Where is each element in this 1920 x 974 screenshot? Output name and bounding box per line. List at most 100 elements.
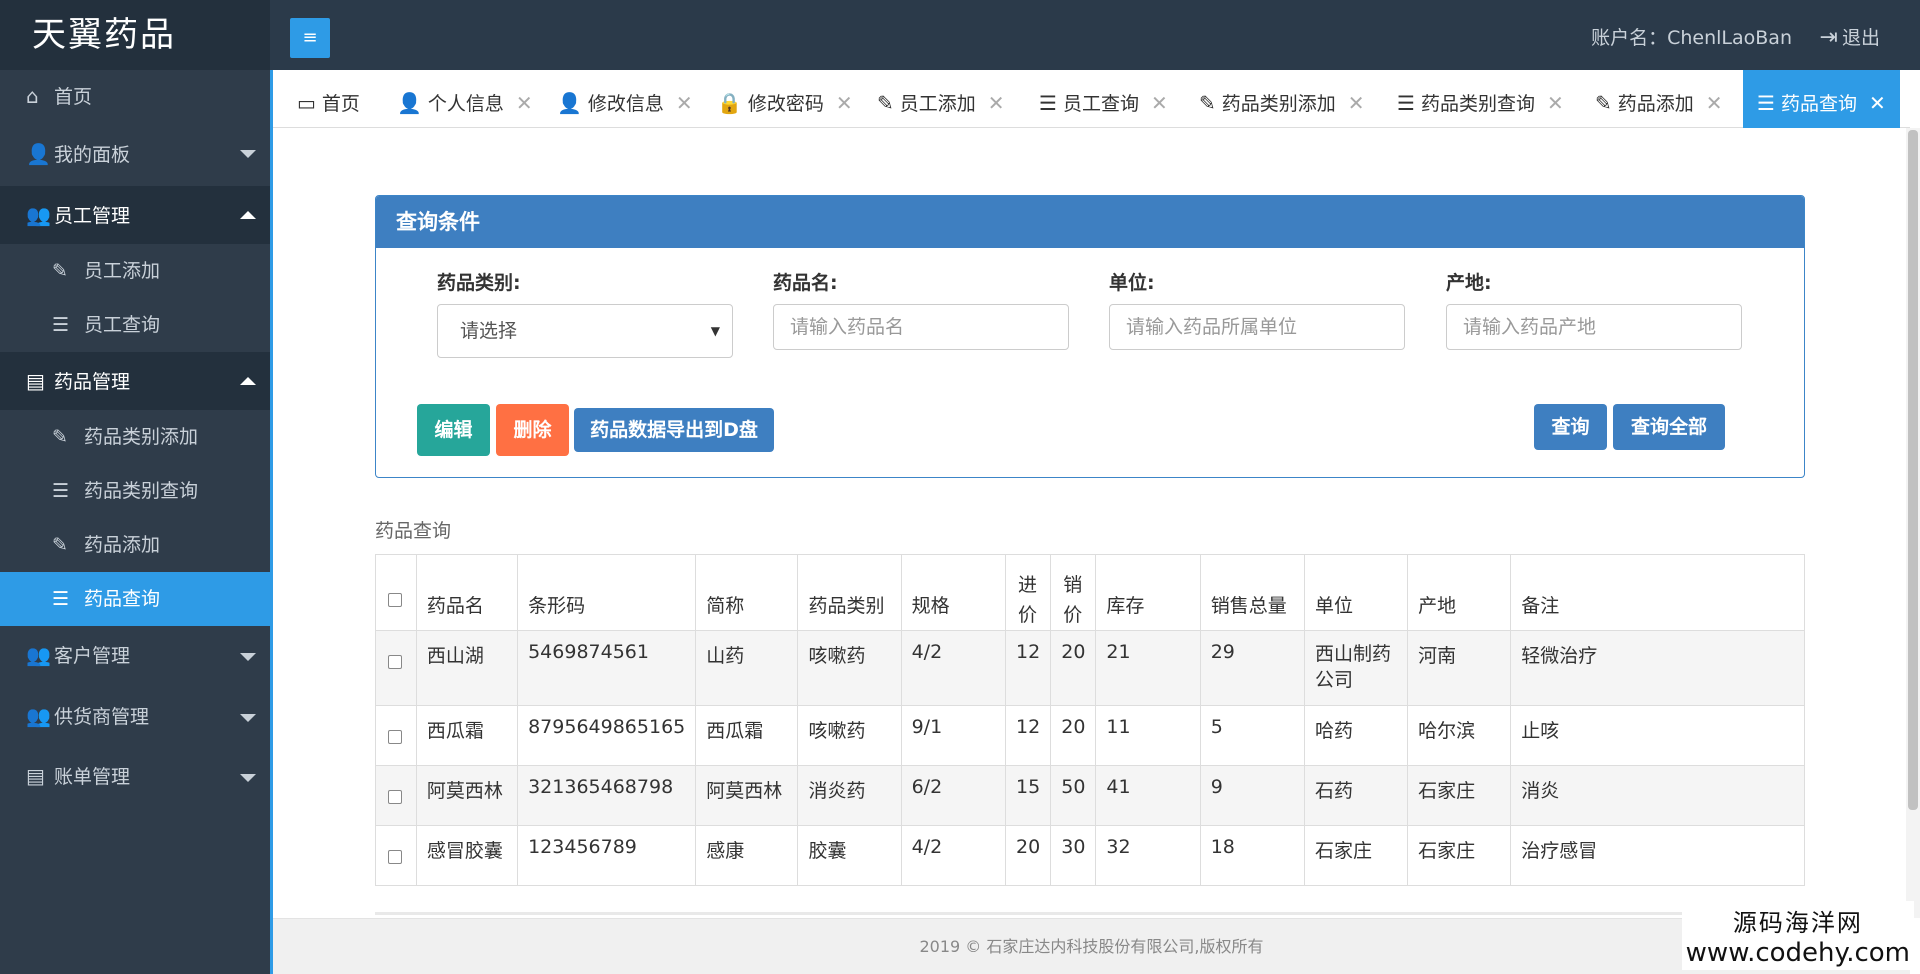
table-cell: 30: [1050, 825, 1097, 886]
category-label: 药品类别:: [437, 272, 521, 294]
tab-home[interactable]: ▭ 首页: [297, 70, 360, 128]
category-select[interactable]: 请选择 ▼: [437, 304, 733, 358]
export-button[interactable]: 药品数据导出到D盘: [574, 408, 774, 452]
tab-staff-add[interactable]: ✎ 员工添加 ✕: [877, 70, 1005, 128]
search-all-button[interactable]: 查询全部: [1613, 404, 1725, 450]
tab-drug-category-query[interactable]: ☰ 药品类别查询 ✕: [1397, 70, 1564, 128]
sidebar-item-drug-category-query[interactable]: ☰ 药品类别查询: [0, 464, 270, 518]
sidebar-item-staff-query[interactable]: ☰ 员工查询: [0, 298, 270, 352]
column-header: 条形码: [517, 554, 697, 631]
table-cell: 20: [1005, 825, 1052, 886]
table-cell: 消炎: [1510, 765, 1805, 826]
account-name: 账户名：ChenlLaoBan: [1591, 27, 1792, 49]
delete-button[interactable]: 删除: [496, 404, 569, 456]
close-icon[interactable]: ✕: [1348, 91, 1365, 115]
close-icon[interactable]: ✕: [1706, 91, 1723, 115]
sidebar-item-supplier-management[interactable]: 👥 供货商管理: [0, 684, 270, 748]
logout-label: 退出: [1841, 27, 1880, 49]
unit-label: 单位:: [1109, 272, 1155, 294]
table-row[interactable]: 西瓜霜 8795649865165 西瓜霜 咳嗽药 9/1 12 20 11 5…: [375, 705, 1805, 766]
select-all-checkbox[interactable]: [388, 593, 402, 607]
table-cell: 河南: [1407, 630, 1512, 706]
close-icon[interactable]: ✕: [516, 91, 533, 115]
close-icon[interactable]: ✕: [1869, 91, 1886, 115]
close-icon[interactable]: ✕: [836, 91, 853, 115]
tab-drug-category-add[interactable]: ✎ 药品类别添加 ✕: [1199, 70, 1365, 128]
column-header: 单位: [1303, 554, 1409, 631]
sidebar-item-label: 药品查询: [84, 588, 161, 610]
document-icon: ▤: [26, 764, 45, 788]
table-cell: 41: [1095, 765, 1201, 826]
tab-drug-add[interactable]: ✎ 药品添加 ✕: [1595, 70, 1723, 128]
row-checkbox[interactable]: [388, 850, 402, 864]
table-cell: 6/2: [900, 765, 1007, 826]
logout-button[interactable]: ⇥ 退出: [1820, 0, 1880, 70]
sidebar-item-drug-query[interactable]: ☰ 药品查询: [0, 572, 270, 626]
edit-icon: ✎: [52, 426, 68, 448]
table-cell: 石家庄: [1407, 825, 1512, 886]
table-row[interactable]: 感冒胶囊 123456789 感康 胶囊 4/2 20 30 32 18 石家庄…: [375, 825, 1805, 886]
sidebar-item-staff-add[interactable]: ✎ 员工添加: [0, 244, 270, 298]
table-cell: 11: [1095, 705, 1201, 766]
scrollbar-thumb[interactable]: [1908, 130, 1918, 810]
sidebar-item-customer-management[interactable]: 👥 客户管理: [0, 626, 270, 684]
table-cell: 4/2: [900, 825, 1007, 886]
tab-label: 药品查询: [1780, 93, 1857, 115]
menu-toggle-button[interactable]: ≡: [290, 18, 330, 58]
user-icon: 👤: [557, 91, 582, 115]
tab-change-password[interactable]: 🔒 修改密码 ✕: [717, 70, 853, 128]
sidebar-item-drug-category-add[interactable]: ✎ 药品类别添加: [0, 410, 270, 464]
close-icon[interactable]: ✕: [676, 91, 693, 115]
watermark-line1: 源码海洋网: [1732, 909, 1863, 937]
sidebar-item-staff-management[interactable]: 👥 员工管理: [0, 186, 270, 244]
table-cell: 9/1: [900, 705, 1007, 766]
column-header: 销售总量: [1199, 554, 1305, 631]
table-cell: 50: [1050, 765, 1097, 826]
close-icon[interactable]: ✕: [1151, 91, 1168, 115]
sidebar-item-home[interactable]: ⌂ 首页: [0, 70, 270, 122]
list-icon: ☰: [1397, 91, 1415, 115]
select-arrow-icon: ▼: [710, 324, 720, 338]
sidebar-item-bill-management[interactable]: ▤ 账单管理: [0, 748, 270, 804]
tab-label: 个人信息: [427, 93, 504, 115]
column-header: 药品类别: [797, 554, 902, 631]
tab-edit-info[interactable]: 👤 修改信息 ✕: [557, 70, 693, 128]
drug-name-input[interactable]: 请输入药品名: [773, 304, 1069, 350]
sidebar-item-label: 客户管理: [54, 645, 131, 667]
column-header: 规格: [900, 554, 1007, 631]
edit-icon: ✎: [52, 534, 68, 556]
sidebar-item-my-panel[interactable]: 👤 我的面板: [0, 122, 270, 186]
column-header: 进价: [1005, 554, 1052, 631]
row-checkbox[interactable]: [388, 730, 402, 744]
tab-label: 员工添加: [899, 93, 976, 115]
users-icon: 👥: [26, 704, 51, 728]
table-cell: 哈尔滨: [1407, 705, 1512, 766]
table-row[interactable]: 阿莫西林 321365468798 阿莫西林 消炎药 6/2 15 50 41 …: [375, 765, 1805, 826]
table-cell: 32: [1095, 825, 1201, 886]
row-checkbox[interactable]: [388, 655, 402, 669]
table-cell: 石家庄: [1407, 765, 1512, 826]
origin-input[interactable]: 请输入药品产地: [1446, 304, 1742, 350]
unit-input[interactable]: 请输入药品所属单位: [1109, 304, 1405, 350]
column-header: 产地: [1407, 554, 1512, 631]
table-cell: 29: [1199, 630, 1305, 706]
tab-personal-info[interactable]: 👤 个人信息 ✕: [397, 70, 533, 128]
tab-drug-query[interactable]: ☰ 药品查询 ✕: [1743, 70, 1900, 128]
watermark: 源码海洋网 www.codehy.com: [1681, 901, 1914, 970]
close-icon[interactable]: ✕: [988, 91, 1005, 115]
tab-bar: ▭ 首页 👤 个人信息 ✕ 👤 修改信息 ✕ 🔒 修改密码 ✕ ✎ 员工添加 ✕ ☰ 员工查询 ✕ ✎…: [273, 70, 1910, 128]
chevron-up-icon: [240, 211, 256, 219]
lock-icon: 🔒: [717, 91, 742, 115]
footer-copyright: 2019 © 石家庄达内科技股份有限公司,版权所有: [273, 918, 1910, 974]
table-cell: 8795649865165: [517, 705, 697, 766]
sidebar-item-drug-add[interactable]: ✎ 药品添加: [0, 518, 270, 572]
row-checkbox[interactable]: [388, 790, 402, 804]
close-icon[interactable]: ✕: [1547, 91, 1564, 115]
sidebar-item-drug-management[interactable]: ▤ 药品管理: [0, 352, 270, 410]
search-button[interactable]: 查询: [1534, 404, 1607, 450]
users-icon: 👥: [26, 643, 51, 667]
table-row[interactable]: 西山湖 5469874561 山药 咳嗽药 4/2 12 20 21 29 西山…: [375, 630, 1805, 706]
tab-staff-query[interactable]: ☰ 员工查询 ✕: [1039, 70, 1168, 128]
edit-button[interactable]: 编辑: [417, 404, 490, 456]
table-cell: 18: [1199, 825, 1305, 886]
